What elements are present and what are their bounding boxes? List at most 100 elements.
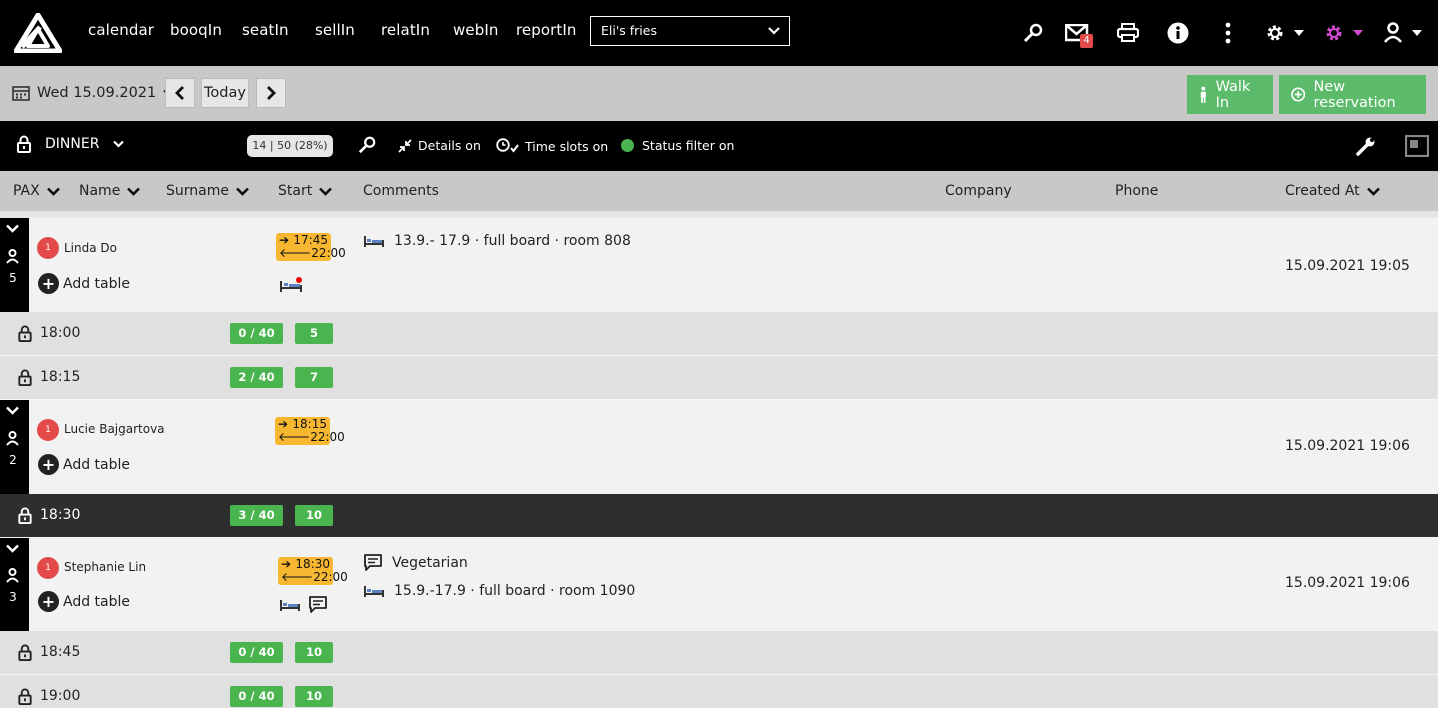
hotel-info-text: 13.9.- 17.9 · full board · room 808 [394,233,631,249]
slot-covers: 5 [295,323,333,344]
guest-visits-badge: 1 [37,419,59,441]
nav-reportin[interactable]: reportIn [516,21,577,39]
lock-open-icon[interactable] [18,507,32,524]
column-name-label: Name [79,183,121,199]
chevron-down-icon[interactable] [6,406,19,415]
clock-check-icon [496,138,519,153]
nav-seatin[interactable]: seatIn [242,21,289,39]
gear-icon [1267,25,1283,41]
nav-booqin[interactable]: booqIn [170,21,222,39]
column-comments: Comments [363,183,439,199]
slot-capacity: 0 / 40 [230,686,283,707]
today-button[interactable]: Today [201,78,249,108]
next-day-button[interactable] [256,78,286,108]
search-icon[interactable] [1022,20,1044,46]
guest-name[interactable]: Linda Do [64,241,117,255]
pax-bar: 3 [0,538,29,631]
column-start[interactable]: Start [278,183,333,199]
hotel-info: 13.9.- 17.9 · full board · room 808 [363,233,631,249]
guest-comment-text: Vegetarian [392,554,468,571]
lock-open-icon [17,135,31,153]
slot-time: 18:15 [40,369,81,385]
top-navigation: calendar booqIn seatIn sellIn relatIn we… [0,0,1438,66]
settings-dropdown[interactable] [1260,20,1308,46]
more-vertical-icon[interactable] [1220,20,1236,46]
leave-time: 22:00 [313,570,348,584]
service-selector[interactable]: DINNER [17,135,125,153]
created-at: 15.09.2021 19:06 [1285,438,1410,454]
column-header: PAX Name Surname Start Comments Company … [0,171,1438,211]
time-slot-row[interactable]: 18:45 0 / 40 10 [0,631,1438,675]
person-icon [6,249,19,264]
reservation-row[interactable]: 5 1 Linda Do + Add table ➔ 17:45 🡐 22:00 1… [0,218,1438,312]
add-table-button[interactable]: + Add table [38,591,130,612]
date-picker[interactable]: Wed 15.09.2021 [12,85,174,101]
chevron-down-icon[interactable] [6,544,19,553]
add-table-button[interactable]: + Add table [38,273,130,294]
status-filter-toggle[interactable]: Status filter on [621,138,734,153]
user-icon [1384,22,1402,43]
guest-name[interactable]: Stephanie Lin [64,560,146,574]
person-icon [6,568,19,583]
column-created-at[interactable]: Created At [1285,183,1380,199]
layout-split-icon[interactable] [1405,135,1429,157]
add-table-button[interactable]: + Add table [38,454,130,475]
caret-down-icon [1412,30,1422,36]
time-slot-row-current[interactable]: 18:30 3 / 40 10 [0,494,1438,538]
app-logo-icon[interactable] [14,13,62,53]
nav-sellin[interactable]: sellIn [315,21,355,39]
created-at: 15.09.2021 19:06 [1285,575,1410,591]
guest-name[interactable]: Lucie Bajgartova [64,422,165,436]
print-icon[interactable] [1117,20,1139,46]
time-slot-row[interactable]: 19:00 0 / 40 10 [0,675,1438,708]
caret-down-icon [1294,30,1304,36]
nav-calendar[interactable]: calendar [88,21,154,39]
time-slots-toggle[interactable]: Time slots on [496,138,608,154]
details-toggle[interactable]: Details on [398,138,481,153]
plus-circle-icon: + [38,454,59,475]
chevron-down-icon[interactable] [6,224,19,233]
walk-in-button[interactable]: Walk In [1187,75,1273,114]
time-slot-row[interactable]: 18:15 2 / 40 7 [0,356,1438,400]
column-name[interactable]: Name [79,183,141,199]
pax-count: 3 [9,590,17,604]
calendar-icon [12,86,30,101]
new-reservation-button[interactable]: New reservation [1279,75,1426,114]
user-menu[interactable] [1381,20,1425,46]
covers-count-pill: 14 | 50 (28%) [247,135,333,157]
chevron-left-icon [175,86,184,100]
venue-settings-dropdown[interactable] [1319,20,1367,46]
guest-visits-badge: 1 [37,237,59,259]
column-created-at-label: Created At [1285,183,1360,199]
nav-relatin[interactable]: relatIn [381,21,430,39]
time-slot-row[interactable]: 18:00 0 / 40 5 [0,312,1438,356]
lock-open-icon[interactable] [18,688,32,705]
column-pax[interactable]: PAX [13,183,60,199]
comment-icon [308,596,328,613]
mail-icon[interactable]: 4 [1064,20,1093,48]
mail-count-badge: 4 [1080,34,1093,48]
wrench-icon[interactable] [1356,136,1376,156]
column-pax-label: PAX [13,183,40,199]
nav-webin[interactable]: webIn [453,21,498,39]
slot-capacity: 3 / 40 [230,505,283,526]
column-surname-label: Surname [166,183,229,199]
arrow-left-icon: 🡐 [279,246,312,260]
column-surname[interactable]: Surname [166,183,249,199]
prev-day-button[interactable] [165,78,195,108]
venue-select[interactable]: Eli's fries [590,16,790,46]
leave-time: 22:00 [311,246,346,260]
column-company: Company [945,183,1012,199]
info-icon[interactable] [1167,20,1189,46]
reservation-row[interactable]: 2 1 Lucie Bajgartova + Add table ➔ 18:15 … [0,400,1438,494]
hotel-info: 15.9.-17.9 · full board · room 1090 [363,583,635,599]
lock-open-icon[interactable] [18,325,32,342]
search-icon[interactable] [358,136,376,154]
flower-gear-icon [1326,25,1342,41]
date-toolbar: Wed 15.09.2021 Today Walk In New reserva… [0,66,1438,121]
lock-open-icon[interactable] [18,644,32,661]
reservation-row[interactable]: 3 1 Stephanie Lin + Add table ➔ 18:30 🡐 22… [0,538,1438,631]
lock-open-icon[interactable] [18,369,32,386]
created-at: 15.09.2021 19:05 [1285,258,1410,274]
plus-circle-icon: + [38,273,59,294]
